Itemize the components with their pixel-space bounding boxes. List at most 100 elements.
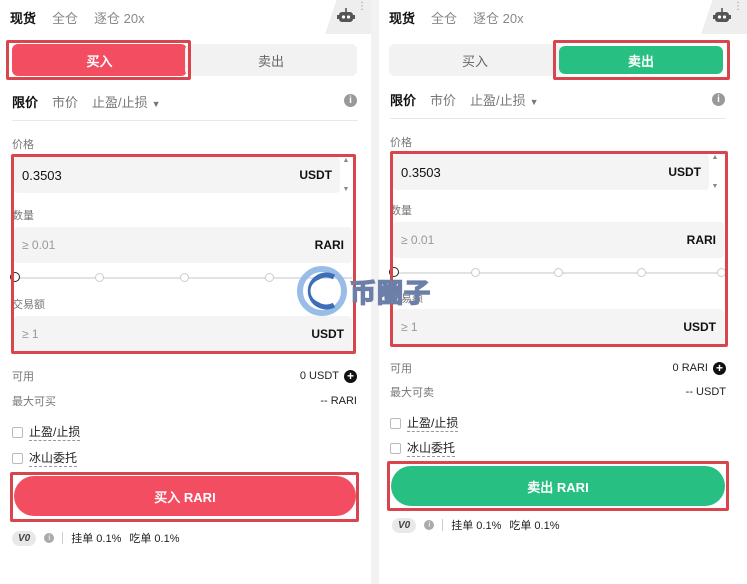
price-stepper[interactable]: ▲ ▼ [340, 157, 352, 193]
total-label: 交易额 [12, 299, 45, 311]
tab-market[interactable]: 市价 [52, 92, 78, 111]
more-icon[interactable]: ⋮ [357, 2, 367, 12]
iceberg-checkbox[interactable]: 冰山委托 [390, 439, 456, 457]
tab-isolated-margin[interactable]: 逐仓 20x [473, 8, 524, 27]
iceberg-checkbox[interactable]: 冰山委托 [12, 449, 78, 467]
amount-input[interactable]: ≥ 0.01 RARI [393, 222, 724, 258]
info-icon[interactable]: i [424, 520, 435, 530]
tab-market[interactable]: 市价 [430, 90, 456, 109]
stepper-up-icon[interactable]: ▲ [343, 157, 350, 164]
max-sell-label: 最大可卖 [390, 387, 434, 399]
order-type-tabs: 限价 市价 止盈/止损 ▼ [12, 92, 189, 111]
sell-submit-button[interactable]: 卖出 RARI [391, 466, 725, 506]
tab-cross-margin[interactable]: 全仓 [52, 8, 78, 27]
buy-side-button[interactable]: 买入 [389, 44, 561, 76]
fee-info: V0 i 挂单 0.1% 吃单 0.1% [392, 517, 560, 533]
checkbox-box[interactable] [12, 426, 23, 438]
tab-tpsl-label: 止盈/止损 [470, 93, 526, 108]
slider-knob-50[interactable] [554, 268, 563, 277]
robot-icon[interactable] [337, 8, 355, 24]
info-icon[interactable]: i [712, 93, 725, 106]
add-funds-icon[interactable]: + [713, 361, 726, 375]
available-label: 可用 [12, 371, 34, 383]
tab-isolated-margin[interactable]: 逐仓 20x [94, 8, 145, 27]
price-input[interactable]: 0.3503 USDT [14, 157, 340, 193]
tab-spot[interactable]: 现货 [389, 8, 415, 27]
more-icon[interactable]: ⋮ [733, 2, 743, 12]
buy-submit-button[interactable]: 买入 RARI [14, 476, 356, 516]
iceberg-label: 冰山委托 [29, 451, 78, 467]
checkbox-box[interactable] [390, 417, 401, 429]
tab-limit[interactable]: 限价 [390, 90, 416, 109]
tab-limit[interactable]: 限价 [12, 92, 38, 111]
amount-label: 数量 [12, 210, 34, 222]
robot-icon[interactable] [713, 8, 731, 24]
available-value: 0 RARI [672, 362, 708, 374]
price-label: 价格 [12, 139, 34, 151]
tpsl-checkbox[interactable]: 止盈/止损 [390, 414, 459, 432]
tab-tpsl[interactable]: 止盈/止损 ▼ [470, 90, 553, 109]
slider-knob-25[interactable] [471, 268, 480, 277]
divider [62, 532, 64, 544]
slider-knob-100[interactable] [717, 268, 726, 277]
amount-label: 数量 [390, 205, 412, 217]
slider-knob-75[interactable] [637, 268, 646, 277]
info-icon[interactable]: i [344, 94, 357, 107]
tpsl-label: 止盈/止损 [29, 425, 81, 441]
amount-unit: RARI [314, 238, 344, 252]
total-placeholder: ≥ 1 [22, 327, 39, 341]
iceberg-label: 冰山委托 [407, 441, 456, 457]
amount-unit: RARI [686, 233, 716, 247]
watermark: 币圈子 [296, 262, 456, 320]
taker-fee: 吃单 0.1% [509, 520, 560, 532]
max-sell-value: -- USDT [685, 386, 726, 398]
max-buy-label: 最大可买 [12, 396, 56, 408]
max-buy-value: -- RARI [320, 395, 357, 407]
sell-side-button[interactable]: 卖出 [185, 44, 357, 76]
price-input[interactable]: 0.3503 USDT [393, 154, 709, 190]
price-stepper[interactable]: ▲ ▼ [709, 154, 721, 190]
tab-cross-margin[interactable]: 全仓 [431, 8, 457, 27]
checkbox-box[interactable] [12, 452, 23, 464]
checkbox-box[interactable] [390, 442, 401, 454]
amount-input[interactable]: ≥ 0.01 RARI [14, 227, 352, 263]
tab-spot[interactable]: 现货 [10, 8, 36, 27]
available-label: 可用 [390, 363, 412, 375]
available-row: 可用 0 USDT + [12, 368, 357, 384]
tpsl-checkbox[interactable]: 止盈/止损 [12, 423, 81, 441]
divider [390, 118, 726, 119]
stepper-down-icon[interactable]: ▼ [343, 186, 350, 193]
available-value: 0 USDT [299, 370, 339, 382]
order-type-tabs: 限价 市价 止盈/止损 ▼ [390, 90, 567, 109]
slider-knob-75[interactable] [265, 273, 274, 282]
slider-knob-0[interactable] [10, 272, 20, 282]
slider-knob-50[interactable] [180, 273, 189, 282]
total-unit: USDT [683, 320, 716, 334]
maker-fee: 挂单 0.1% [71, 533, 122, 545]
add-funds-icon[interactable]: + [344, 369, 357, 383]
account-type-tabs: 现货 全仓 逐仓 20x ⋮ [379, 0, 747, 34]
tpsl-label: 止盈/止损 [407, 416, 459, 432]
sell-side-button[interactable]: 卖出 [559, 46, 723, 74]
tab-tpsl[interactable]: 止盈/止损 ▼ [92, 92, 175, 111]
total-input[interactable]: ≥ 1 USDT [14, 316, 352, 352]
chevron-down-icon: ▼ [529, 97, 539, 107]
total-unit: USDT [311, 327, 344, 341]
slider-knob-25[interactable] [95, 273, 104, 282]
vip-badge[interactable]: V0 [12, 530, 37, 546]
stepper-down-icon[interactable]: ▼ [712, 183, 719, 190]
amount-placeholder: ≥ 0.01 [22, 238, 56, 252]
info-icon[interactable]: i [44, 533, 55, 543]
buy-side-button[interactable]: 买入 [12, 44, 187, 76]
taker-fee: 吃单 0.1% [129, 533, 180, 545]
vip-badge[interactable]: V0 [392, 517, 417, 533]
tab-tpsl-label: 止盈/止损 [92, 95, 148, 110]
max-sell-row: 最大可卖 -- USDT [390, 384, 726, 400]
fee-info: V0 i 挂单 0.1% 吃单 0.1% [12, 530, 180, 546]
amount-placeholder: ≥ 0.01 [401, 233, 435, 247]
price-label: 价格 [390, 137, 412, 149]
max-buy-row: 最大可买 -- RARI [12, 393, 357, 409]
maker-fee: 挂单 0.1% [451, 520, 502, 532]
stepper-up-icon[interactable]: ▲ [712, 154, 719, 161]
account-type-tabs: 现货 全仓 逐仓 20x ⋮ [0, 0, 371, 34]
